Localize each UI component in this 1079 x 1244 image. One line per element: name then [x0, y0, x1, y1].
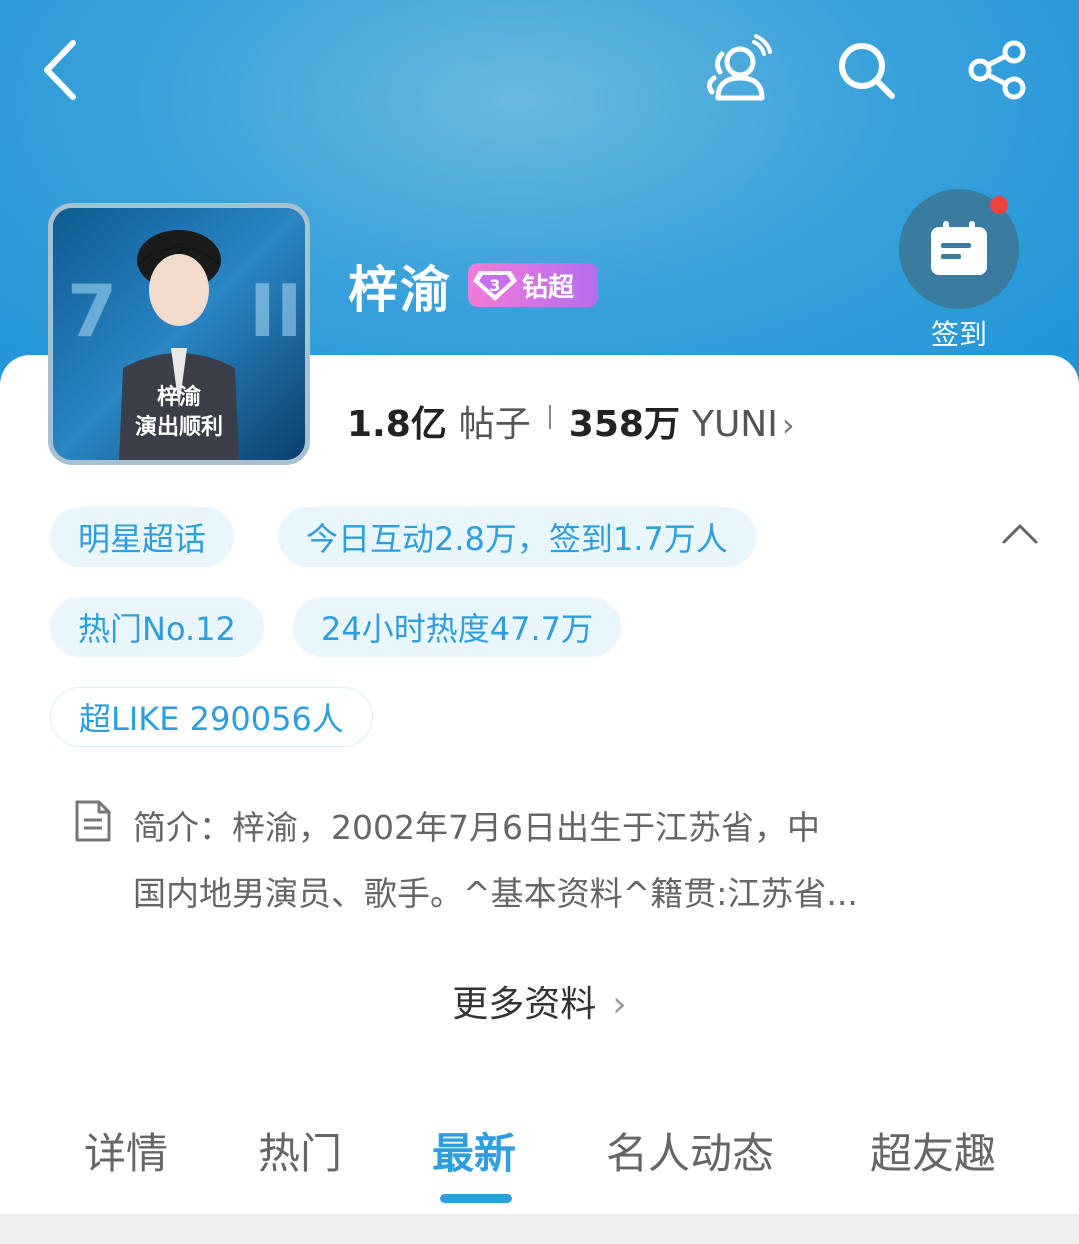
tab-hot[interactable]: 热门 [258, 1120, 342, 1181]
chevron-right-icon: › [781, 406, 795, 444]
svg-text:7: 7 [67, 269, 117, 353]
more-info-link[interactable]: 更多资料 › [0, 975, 1079, 1027]
intro-line-1: 简介：梓渝，2002年7月6日出生于江苏省，中 [133, 808, 820, 847]
search-icon [839, 43, 895, 99]
tag-heat-24h[interactable]: 24小时热度47.7万 [293, 597, 621, 657]
badge-label: 钻超 [522, 272, 575, 303]
tab-latest[interactable]: 最新 [432, 1120, 516, 1181]
more-info-label: 更多资料 [452, 984, 597, 1025]
super-badge[interactable]: 3 钻超 [468, 263, 598, 307]
intro-line-2: 国内地男演员、歌手。^基本资料^籍贯:江苏省... [133, 874, 858, 913]
avatar[interactable]: 7 II 梓渝 演出顺利 [48, 203, 310, 465]
intro-text: 简介：梓渝，2002年7月6日出生于江苏省，中 国内地男演员、歌手。^基本资料^… [133, 795, 963, 927]
tag-hot-rank[interactable]: 热门No.12 [50, 597, 264, 657]
tab-super-friends[interactable]: 超友趣 [870, 1120, 996, 1181]
posts-label: 帖子 [458, 404, 531, 445]
diamond-icon: 3 [468, 263, 522, 307]
posts-count: 1.8亿 [347, 404, 447, 445]
fans-label: YUNI [691, 404, 778, 445]
friends-button[interactable] [700, 34, 772, 106]
tab-bar: 详情 热门 最新 名人动态 超友趣 [0, 1120, 1079, 1190]
back-button[interactable] [26, 34, 98, 106]
collapse-button[interactable] [998, 514, 1042, 554]
fans-count: 358万 [568, 404, 680, 445]
svg-text:II: II [249, 269, 303, 353]
tab-details[interactable]: 详情 [84, 1120, 168, 1181]
calendar-icon [931, 221, 987, 275]
tag-category[interactable]: 明星超话 [50, 507, 235, 567]
share-button[interactable] [962, 34, 1034, 106]
notification-dot [990, 196, 1008, 214]
svg-text:演出顺利: 演出顺利 [135, 414, 223, 440]
checkin-label: 签到 [930, 318, 987, 351]
active-tab-indicator [440, 1194, 512, 1203]
divider [548, 405, 551, 429]
share-icon [968, 40, 1026, 100]
tab-celebrity-updates[interactable]: 名人动态 [606, 1120, 774, 1181]
chevron-left-icon [44, 40, 76, 100]
svg-text:梓渝: 梓渝 [157, 384, 202, 410]
section-divider [0, 1214, 1079, 1244]
tag-super-like[interactable]: 超LIKE 290056人 [50, 687, 373, 747]
tag-today-activity[interactable]: 今日互动2.8万，签到1.7万人 [278, 507, 756, 567]
document-icon [73, 798, 113, 844]
search-button[interactable] [830, 34, 902, 106]
svg-text:3: 3 [489, 276, 500, 295]
stats-row[interactable]: 1.8亿 帖子 358万 YUNI › [347, 395, 795, 445]
topic-name: 梓渝 [348, 261, 452, 319]
chevron-right-icon: › [612, 984, 627, 1025]
chevron-up-icon [1002, 524, 1038, 544]
users-icon [706, 34, 772, 101]
